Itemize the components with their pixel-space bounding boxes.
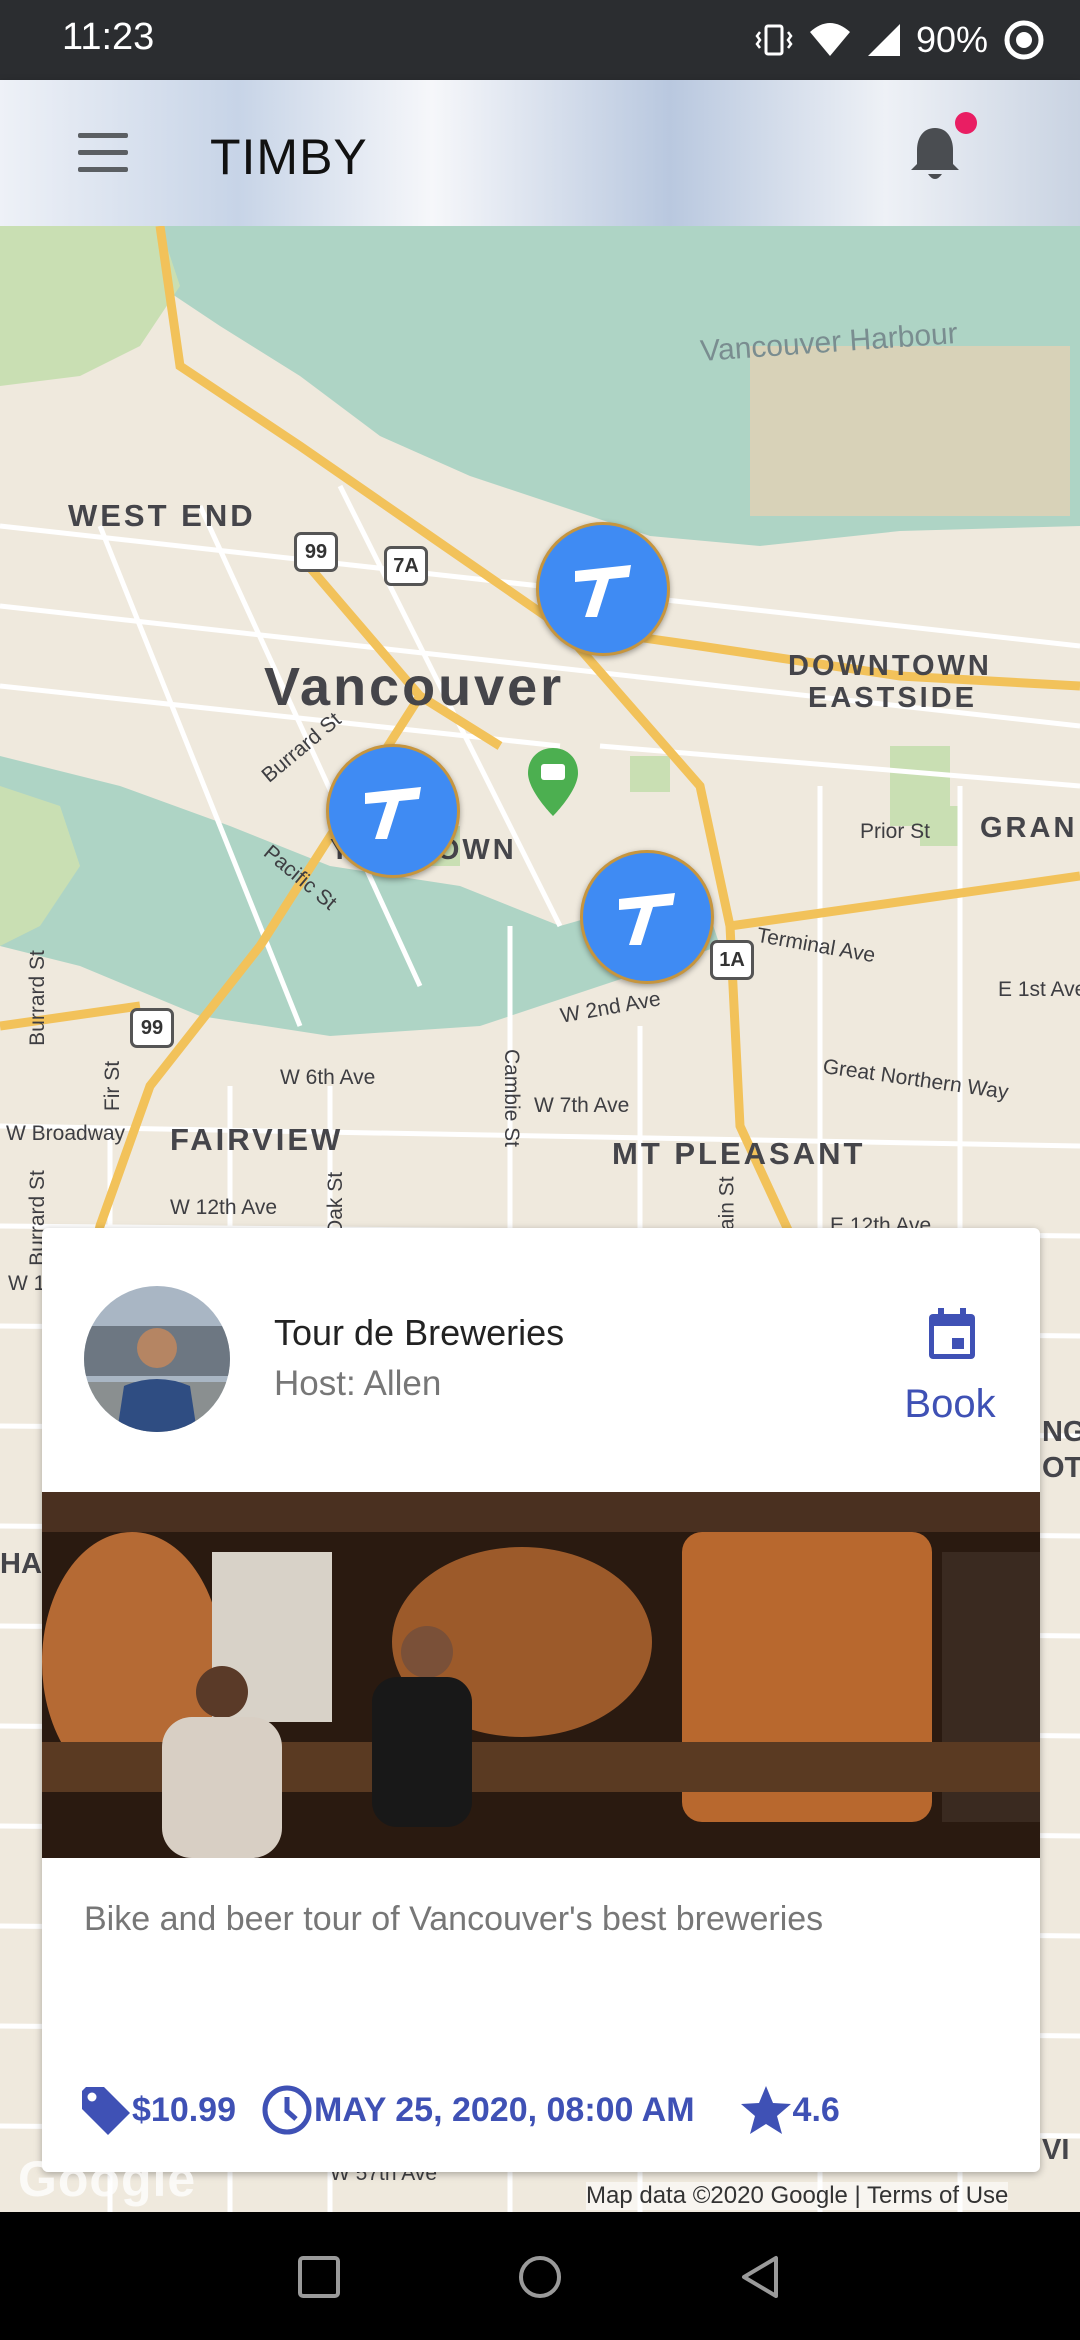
clock-icon <box>262 2085 312 2135</box>
map-label-ng: NG <box>1042 1416 1080 1448</box>
menu-icon[interactable] <box>78 133 128 173</box>
terms-separator: | <box>854 2182 868 2209</box>
map-street-e1st: E 1st Ave <box>998 978 1080 1001</box>
battery-percent: 90% <box>915 19 988 60</box>
notification-badge <box>955 112 977 134</box>
map-label-ot: OT <box>1042 1452 1080 1484</box>
map-label-gran: GRAN <box>980 812 1078 844</box>
map-street-prior: Prior St <box>860 820 931 843</box>
tour-marker[interactable] <box>580 850 714 984</box>
timby-t-icon <box>365 787 421 839</box>
map-label-ha: HA <box>0 1548 42 1580</box>
map-label-eastside: EASTSIDE <box>808 682 978 714</box>
tour-marker[interactable] <box>536 522 670 656</box>
host-avatar <box>84 1286 230 1432</box>
google-logo: Google <box>18 2151 197 2207</box>
highway-shield: 7A <box>384 546 428 586</box>
status-bar: 11:23 90% <box>0 0 1080 80</box>
app-bar: TIMBY <box>0 80 1080 226</box>
tour-meta: $10.99 MAY 25, 2020, 08:00 AM 4.6 <box>78 2080 840 2140</box>
signal-icon <box>867 24 900 56</box>
app-title: TIMBY <box>210 129 368 185</box>
map-street-oak: Oak St <box>324 1171 348 1237</box>
recents-icon[interactable] <box>292 2250 346 2304</box>
book-label: Book <box>904 1382 996 1426</box>
highway-shield: 1A <box>710 940 754 980</box>
map-street-w12th: W 12th Ave <box>170 1196 278 1219</box>
highway-shield: 99 <box>130 1008 174 1048</box>
map-street-fir: Fir St <box>101 1060 125 1112</box>
back-icon[interactable] <box>734 2250 788 2304</box>
calendar-icon <box>929 1308 975 1359</box>
map-label-fairview: FAIRVIEW <box>170 1122 344 1157</box>
datetime-info: MAY 25, 2020, 08:00 AM <box>260 2083 695 2137</box>
map-attribution[interactable]: Map data ©2020 Google | Terms of Use <box>586 2182 1009 2210</box>
poi-pin-icon[interactable] <box>526 746 580 818</box>
timby-t-icon <box>575 565 631 617</box>
tour-description: Bike and beer tour of Vancouver's best b… <box>84 1900 824 1938</box>
tour-card[interactable]: Tour de Breweries Host: Allen Book Bike … <box>42 1228 1040 2172</box>
map-label-vancouver: Vancouver <box>264 657 565 717</box>
status-icons: 90% <box>754 12 1046 68</box>
book-button[interactable]: Book <box>880 1276 1020 1426</box>
rating-info: 4.6 <box>739 2083 840 2137</box>
terms-link[interactable]: Terms of Use <box>867 2182 1008 2209</box>
tour-datetime: MAY 25, 2020, 08:00 AM <box>314 2090 695 2129</box>
tour-photo <box>42 1492 1040 1858</box>
tour-price: $10.99 <box>132 2090 236 2129</box>
map-street-cambie: Cambie St <box>500 1048 524 1148</box>
tour-marker[interactable] <box>326 744 460 878</box>
tour-rating: 4.6 <box>792 2090 840 2129</box>
price-tag-icon <box>82 2087 130 2135</box>
map-street-w6th: W 6th Ave <box>280 1066 376 1089</box>
status-time: 11:23 <box>62 16 155 58</box>
map-data-text: Map data ©2020 Google <box>586 2182 848 2209</box>
navigation-bar <box>0 2212 1080 2340</box>
vibrate-icon <box>755 24 793 56</box>
map-label-downtown: DOWNTOWN <box>788 650 992 682</box>
price-info: $10.99 <box>78 2083 236 2137</box>
highway-shield: 99 <box>294 532 338 572</box>
map-label-vi: VI <box>1042 2134 1070 2166</box>
map-street-w-broadway: W Broadway <box>6 1122 126 1145</box>
star-icon <box>740 2086 791 2134</box>
map-street-w7th: W 7th Ave <box>534 1094 630 1117</box>
map-street-burrard-vertical: Burrard St <box>25 950 49 1046</box>
map-label-mt-pleasant: MT PLEASANT <box>612 1136 866 1171</box>
map-street-w1: W 1 <box>8 1272 46 1295</box>
wifi-icon <box>809 23 850 56</box>
map-label-west-end: WEST END <box>68 498 256 533</box>
timby-t-icon <box>619 893 675 945</box>
home-icon[interactable] <box>513 2250 567 2304</box>
notification-bell-icon[interactable] <box>905 122 965 186</box>
tour-host: Host: Allen <box>274 1364 442 1403</box>
battery-saver-icon <box>1004 20 1044 60</box>
tour-title: Tour de Breweries <box>274 1312 565 1353</box>
